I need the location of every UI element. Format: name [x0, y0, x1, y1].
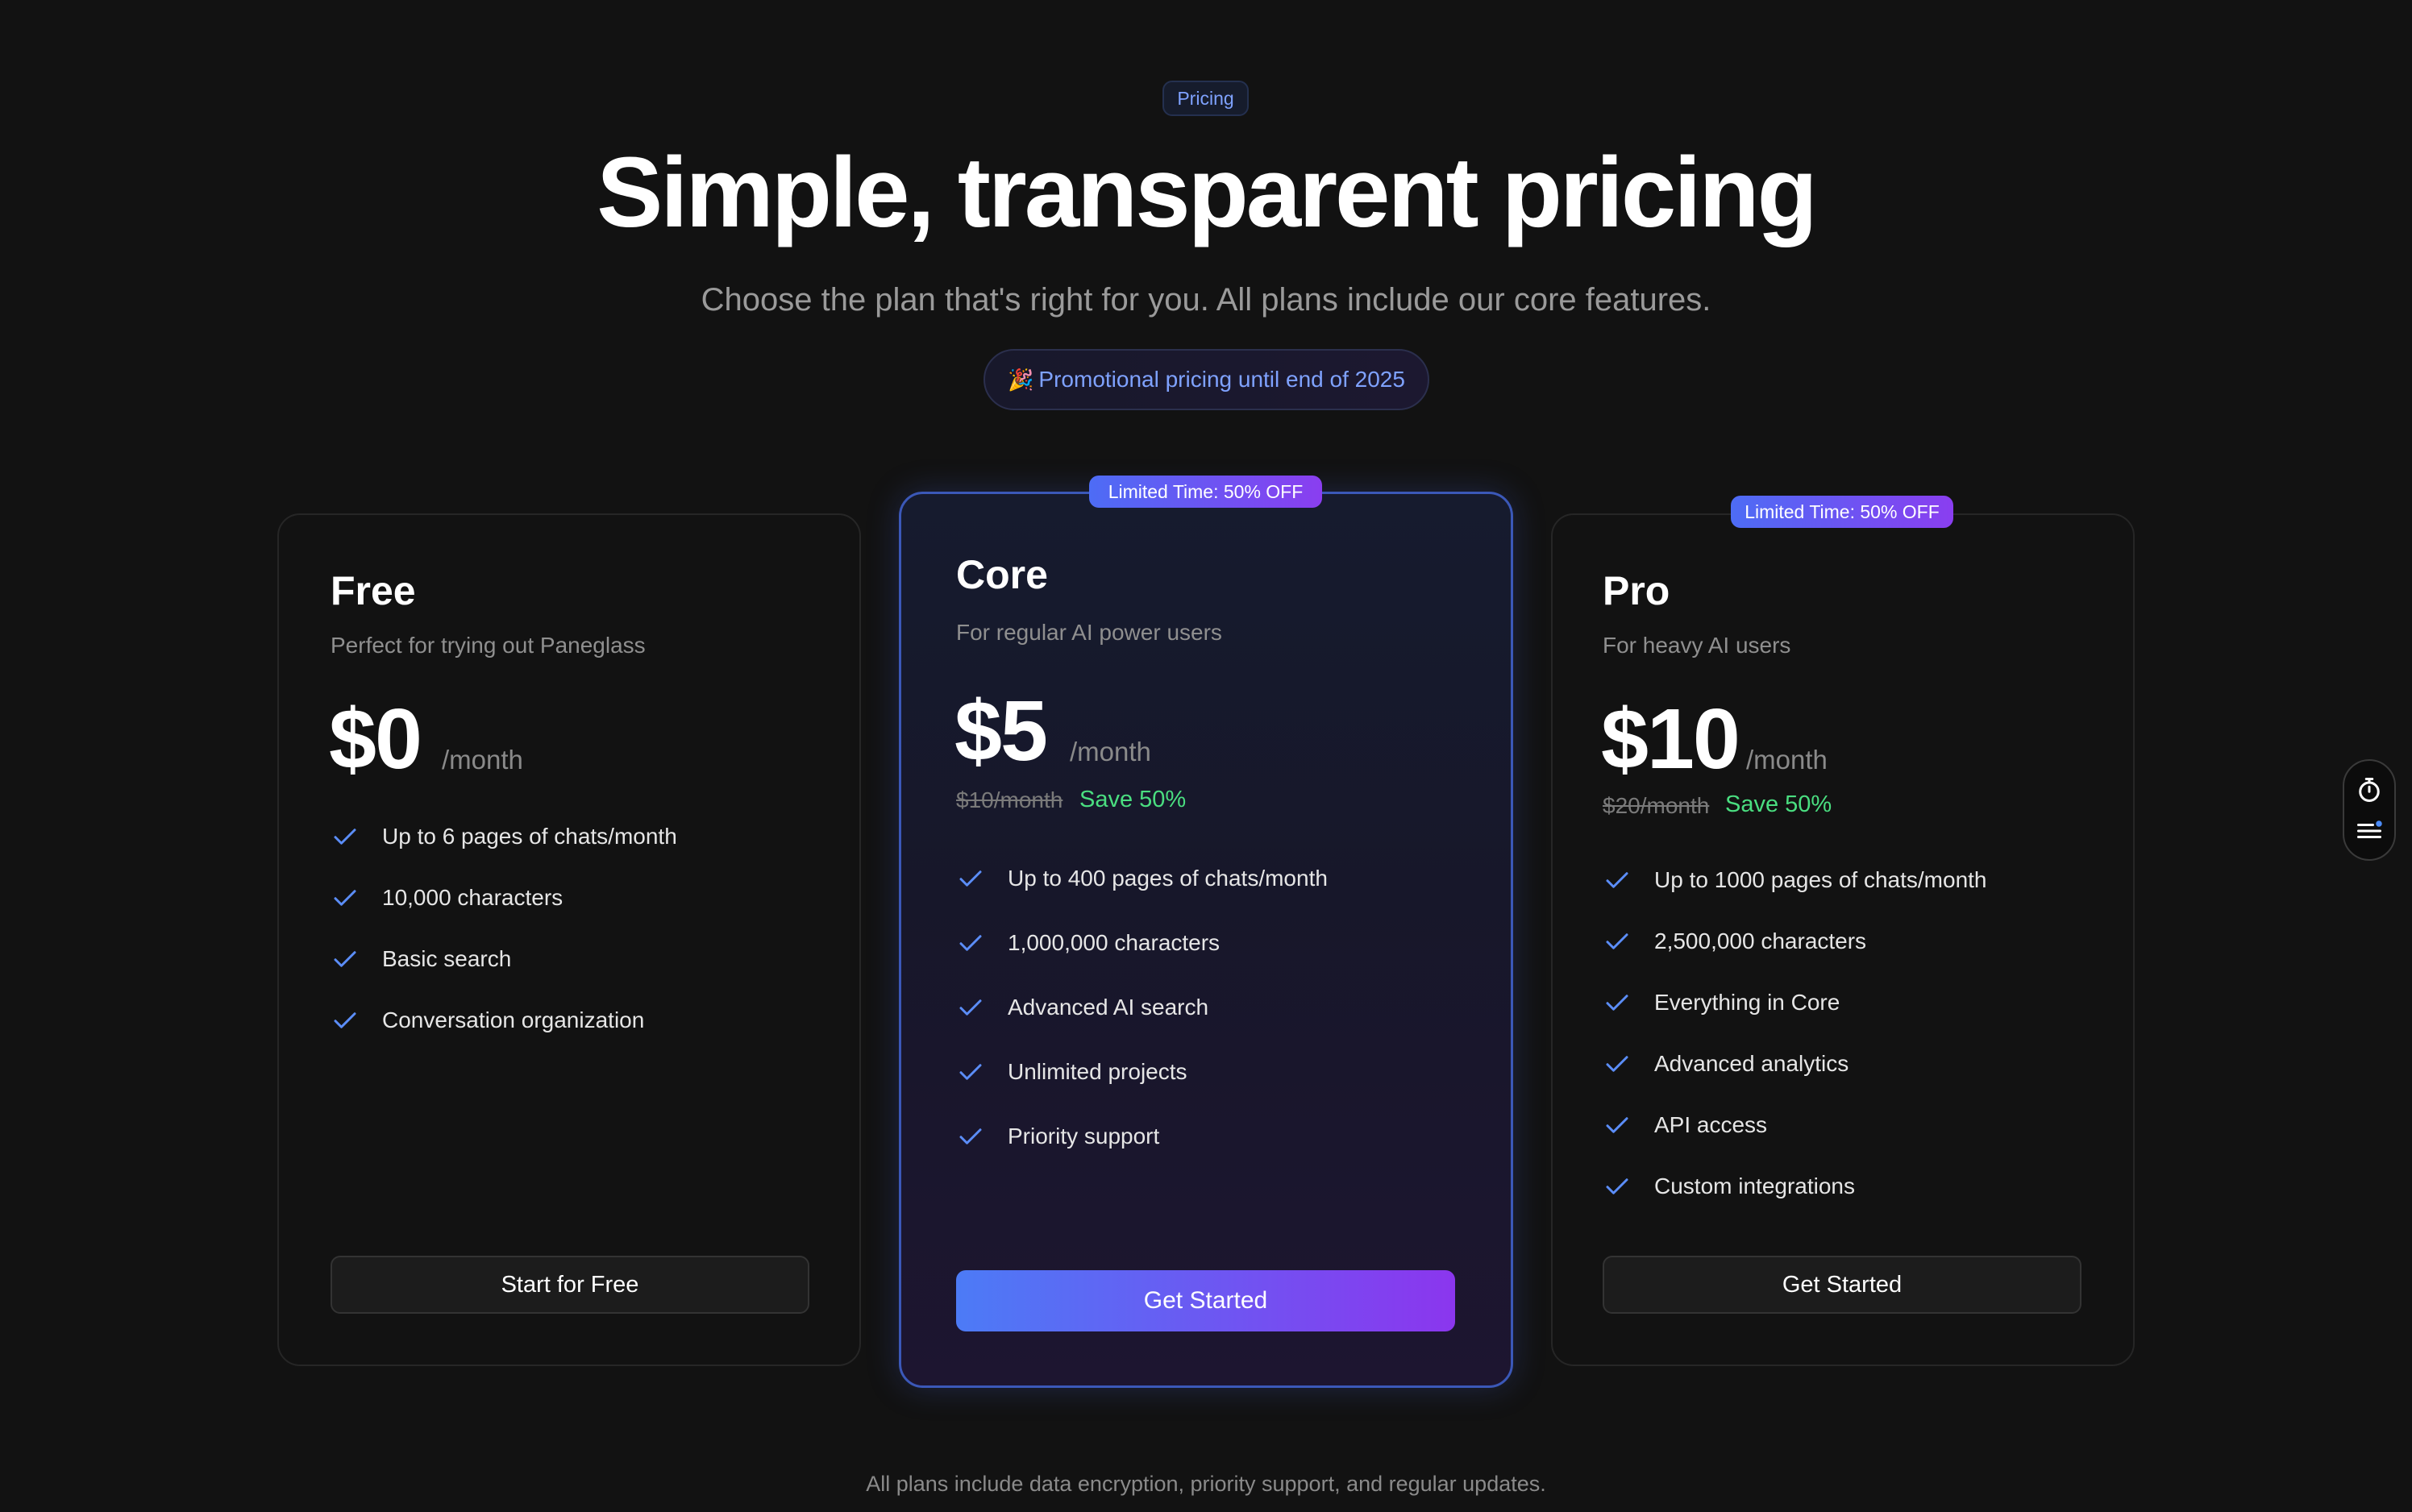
feature-text: Priority support — [1008, 1124, 1160, 1149]
savings-label: Save 50% — [1079, 787, 1187, 812]
page-title: Simple, transparent pricing — [597, 138, 1818, 248]
feature-item: 2,500,000 characters — [1603, 924, 1987, 959]
feature-text: Up to 6 pages of chats/month — [382, 824, 677, 849]
feature-text: Everything in Core — [1654, 990, 1840, 1015]
floating-toolbar — [2343, 759, 2396, 861]
plan-name: Free — [331, 568, 416, 613]
check-icon — [1606, 872, 1628, 888]
plan-period: /month — [1746, 745, 1828, 775]
feature-text: Custom integrations — [1654, 1173, 1856, 1198]
start-for-free-button[interactable]: Start for Free — [331, 1256, 809, 1314]
feature-item: Unlimited projects — [956, 1054, 1328, 1090]
pricing-tag: Pricing — [1162, 81, 1249, 116]
feature-list: Up to 6 pages of chats/month 10,000 char… — [331, 819, 677, 1038]
feature-item: Up to 1000 pages of chats/month — [1603, 862, 1987, 898]
check-icon — [1606, 1178, 1628, 1194]
original-price: $10/month — [956, 787, 1063, 812]
feature-item: Everything in Core — [1603, 985, 1987, 1020]
feature-item: 1,000,000 characters — [956, 925, 1328, 961]
menu-list-icon[interactable] — [2355, 816, 2384, 845]
feature-list: Up to 1000 pages of chats/month 2,500,00… — [1603, 862, 1987, 1204]
savings-label: Save 50% — [1725, 791, 1832, 817]
feature-text: Conversation organization — [382, 1007, 645, 1032]
plan-name: Core — [956, 552, 1048, 597]
check-icon — [959, 1128, 982, 1144]
feature-item: Conversation organization — [331, 1003, 677, 1038]
feature-item: Custom integrations — [1603, 1169, 1987, 1204]
get-started-core-button[interactable]: Get Started — [956, 1270, 1455, 1331]
original-price: $20/month — [1603, 793, 1710, 818]
feature-item: Priority support — [956, 1119, 1328, 1154]
check-icon — [334, 951, 356, 967]
plan-price: $10 — [1601, 692, 1740, 787]
feature-item: Up to 400 pages of chats/month — [956, 861, 1328, 896]
plan-description: For heavy AI users — [1603, 633, 1791, 658]
plan-description: For regular AI power users — [956, 620, 1222, 645]
feature-text: Basic search — [382, 946, 512, 971]
promo-banner: 🎉 Promotional pricing until end of 2025 — [984, 349, 1429, 410]
feature-text: 1,000,000 characters — [1008, 930, 1221, 955]
check-icon — [959, 870, 982, 887]
check-icon — [334, 829, 356, 845]
feature-text: Advanced analytics — [1654, 1051, 1849, 1076]
check-icon — [959, 1064, 982, 1080]
feature-text: Unlimited projects — [1008, 1059, 1187, 1084]
feature-text: 2,500,000 characters — [1654, 928, 1867, 953]
feature-text: API access — [1654, 1112, 1768, 1137]
check-icon — [959, 999, 982, 1016]
plan-name: Pro — [1603, 568, 1670, 613]
feature-item: Up to 6 pages of chats/month — [331, 819, 677, 854]
check-icon — [334, 890, 356, 906]
stopwatch-icon[interactable] — [2355, 775, 2384, 804]
feature-list: Up to 400 pages of chats/month 1,000,000… — [956, 861, 1328, 1154]
feature-text: Up to 1000 pages of chats/month — [1654, 867, 1987, 892]
plan-period: /month — [1070, 737, 1151, 766]
discount-badge: Limited Time: 50% OFF — [1731, 496, 1953, 528]
feature-text: Up to 400 pages of chats/month — [1008, 866, 1328, 891]
plan-period: /month — [442, 745, 523, 775]
feature-item: Basic search — [331, 941, 677, 977]
feature-item: API access — [1603, 1107, 1987, 1143]
party-popper-icon: 🎉 — [1008, 367, 1034, 392]
feature-text: Advanced AI search — [1008, 995, 1209, 1020]
feature-item: 10,000 characters — [331, 880, 677, 916]
check-icon — [1606, 995, 1628, 1011]
plan-description: Perfect for trying out Paneglass — [331, 633, 646, 658]
plan-price: $0 — [329, 692, 422, 787]
check-icon — [1606, 933, 1628, 949]
footer-note: All plans include data encryption, prior… — [866, 1472, 1546, 1496]
promo-text: Promotional pricing until end of 2025 — [1038, 367, 1405, 392]
check-icon — [1606, 1056, 1628, 1072]
check-icon — [959, 935, 982, 951]
get-started-pro-button[interactable]: Get Started — [1603, 1256, 2081, 1314]
discount-badge: Limited Time: 50% OFF — [1089, 476, 1322, 508]
feature-item: Advanced AI search — [956, 990, 1328, 1025]
feature-item: Advanced analytics — [1603, 1046, 1987, 1082]
plan-price: $5 — [954, 683, 1048, 779]
check-icon — [1606, 1117, 1628, 1133]
check-icon — [334, 1012, 356, 1028]
feature-text: 10,000 characters — [382, 885, 563, 910]
page-subtitle: Choose the plan that's right for you. Al… — [701, 282, 1711, 318]
